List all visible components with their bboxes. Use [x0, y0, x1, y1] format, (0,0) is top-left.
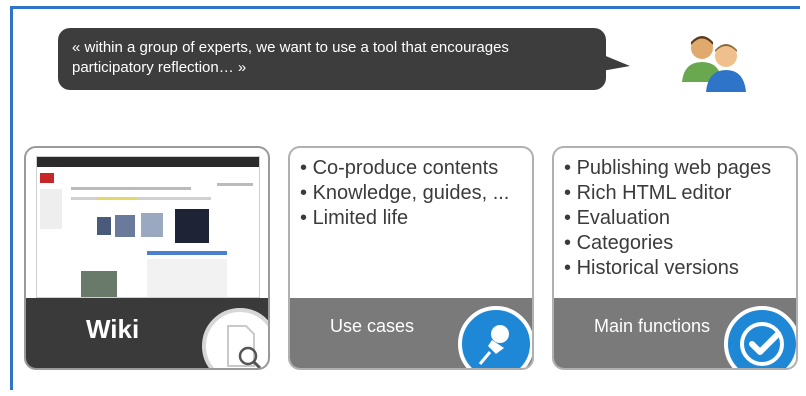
wiki-card-footer: Wiki — [26, 298, 268, 368]
pushpin-icon — [458, 306, 532, 368]
list-item: Categories — [564, 231, 796, 256]
main-functions-footer: Main functions — [554, 298, 796, 368]
list-item: Evaluation — [564, 206, 796, 231]
use-cases-list: Co-produce contents Knowledge, guides, .… — [290, 148, 532, 231]
use-cases-footer: Use cases — [290, 298, 532, 368]
list-item: Rich HTML editor — [564, 181, 796, 206]
list-item: Limited life — [300, 206, 532, 231]
quote-bubble: « within a group of experts, we want to … — [58, 28, 606, 90]
list-item: Knowledge, guides, ... — [300, 181, 532, 206]
list-item: Publishing web pages — [564, 156, 796, 181]
use-cases-card: Co-produce contents Knowledge, guides, .… — [288, 146, 534, 370]
list-item: Historical versions — [564, 256, 796, 281]
main-functions-title: Main functions — [594, 316, 711, 336]
users-icon — [682, 36, 746, 92]
bubble-tail — [596, 52, 630, 72]
quote-text: « within a group of experts, we want to … — [72, 39, 509, 76]
main-functions-card: Publishing web pages Rich HTML editor Ev… — [552, 146, 798, 370]
document-search-icon — [202, 308, 268, 368]
wiki-title: Wiki — [86, 314, 140, 344]
main-functions-list: Publishing web pages Rich HTML editor Ev… — [554, 148, 796, 281]
checkmark-icon — [724, 306, 796, 368]
use-cases-title: Use cases — [330, 316, 415, 336]
list-item: Co-produce contents — [300, 156, 532, 181]
wiki-card: Wiki — [24, 146, 270, 370]
wiki-screenshot — [36, 156, 260, 298]
